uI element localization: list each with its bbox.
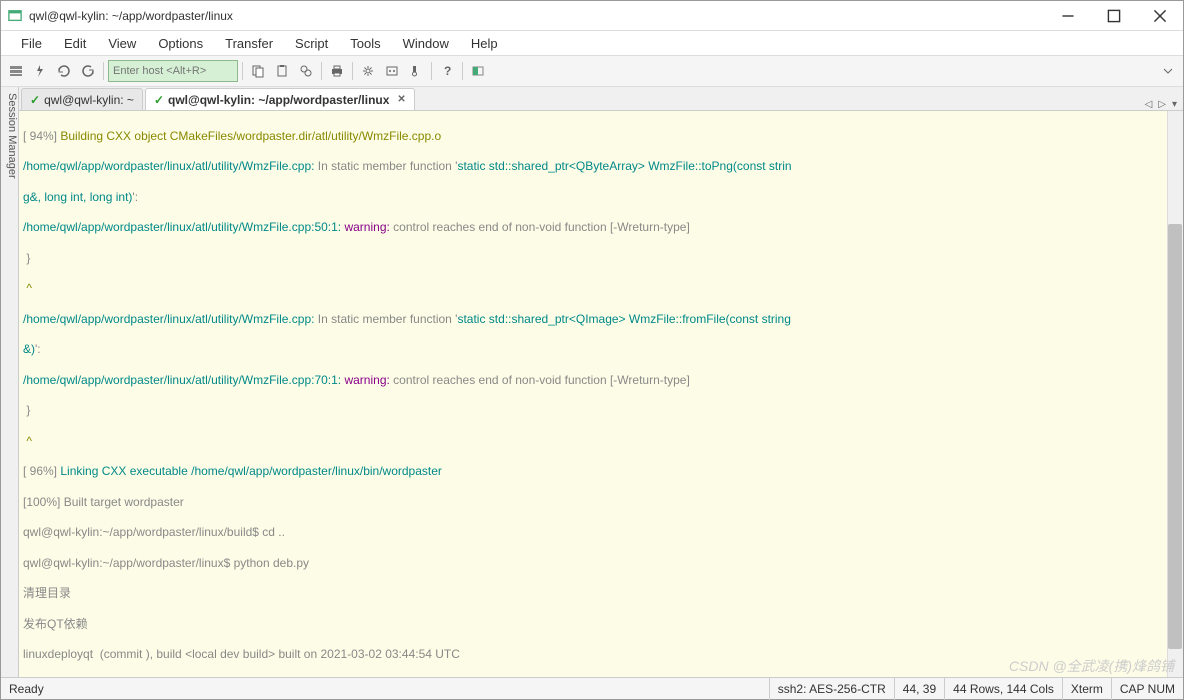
tab-list-icon[interactable]: ▾ [1170, 99, 1179, 110]
session-mgr-icon[interactable] [5, 60, 27, 82]
tab-prev-icon[interactable]: ◁ [1143, 99, 1155, 110]
disconnect-icon[interactable] [77, 60, 99, 82]
tab-label: qwl@qwl-kylin: ~/app/wordpaster/linux [168, 93, 389, 107]
menu-options[interactable]: Options [148, 34, 213, 53]
titlebar: qwl@qwl-kylin: ~/app/wordpaster/linux [1, 1, 1183, 31]
separator [352, 62, 353, 80]
separator [462, 62, 463, 80]
separator [242, 62, 243, 80]
find-icon[interactable] [295, 60, 317, 82]
app-icon [7, 8, 23, 24]
menu-help[interactable]: Help [461, 34, 508, 53]
maximize-button[interactable] [1091, 1, 1137, 30]
host-input[interactable] [108, 60, 238, 82]
keymap-icon[interactable] [405, 60, 427, 82]
menubar: File Edit View Options Transfer Script T… [1, 31, 1183, 55]
status-caps: CAP NUM [1111, 678, 1183, 700]
tabbar: ✓ qwl@qwl-kylin: ~ ✓ qwl@qwl-kylin: ~/ap… [19, 87, 1183, 111]
menu-script[interactable]: Script [285, 34, 338, 53]
separator [103, 62, 104, 80]
help-icon[interactable]: ? [436, 60, 458, 82]
window-controls [1045, 1, 1183, 30]
properties-icon[interactable] [381, 60, 403, 82]
app-window: qwl@qwl-kylin: ~/app/wordpaster/linux Fi… [0, 0, 1184, 700]
settings-icon[interactable] [357, 60, 379, 82]
scroll-thumb[interactable] [1168, 224, 1182, 649]
menu-view[interactable]: View [98, 34, 146, 53]
terminal[interactable]: [ 94%] Building CXX object CMakeFiles/wo… [19, 111, 1183, 677]
window-title: qwl@qwl-kylin: ~/app/wordpaster/linux [29, 9, 233, 23]
menu-edit[interactable]: Edit [54, 34, 96, 53]
toolbar-overflow-icon[interactable] [1157, 60, 1179, 82]
menu-window[interactable]: Window [393, 34, 459, 53]
connected-icon: ✓ [154, 93, 164, 107]
connected-icon: ✓ [30, 93, 40, 107]
menu-transfer[interactable]: Transfer [215, 34, 283, 53]
toolbar: ? [1, 55, 1183, 87]
scrollbar-vertical[interactable] [1167, 111, 1183, 677]
reconnect-icon[interactable] [53, 60, 75, 82]
tab-session-2[interactable]: ✓ qwl@qwl-kylin: ~/app/wordpaster/linux … [145, 88, 415, 110]
menu-tools[interactable]: Tools [340, 34, 390, 53]
status-size: 44 Rows, 144 Cols [944, 678, 1062, 700]
quick-connect-icon[interactable] [29, 60, 51, 82]
close-tab-icon[interactable]: ✕ [397, 94, 405, 105]
session-manager-sidebar[interactable]: Session Manager [1, 87, 19, 677]
print-icon[interactable] [326, 60, 348, 82]
separator [321, 62, 322, 80]
separator [431, 62, 432, 80]
tab-label: qwl@qwl-kylin: ~ [44, 93, 134, 107]
tab-session-1[interactable]: ✓ qwl@qwl-kylin: ~ [21, 88, 143, 110]
statusbar: Ready ssh2: AES-256-CTR 44, 39 44 Rows, … [1, 677, 1183, 699]
status-connection: ssh2: AES-256-CTR [769, 678, 894, 700]
close-button[interactable] [1137, 1, 1183, 30]
status-cursor-pos: 44, 39 [894, 678, 944, 700]
tab-next-icon[interactable]: ▷ [1156, 99, 1168, 110]
paste-icon[interactable] [271, 60, 293, 82]
status-ready: Ready [1, 682, 52, 696]
menu-file[interactable]: File [11, 34, 52, 53]
toggle-icon[interactable] [467, 60, 489, 82]
minimize-button[interactable] [1045, 1, 1091, 30]
svg-text:?: ? [444, 64, 451, 78]
copy-icon[interactable] [247, 60, 269, 82]
status-termtype: Xterm [1062, 678, 1111, 700]
